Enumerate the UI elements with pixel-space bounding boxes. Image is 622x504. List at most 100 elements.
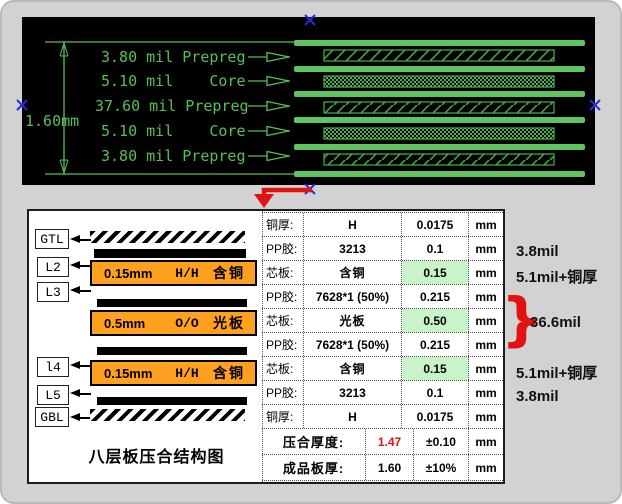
- leader-arrow-l2-icon: [70, 261, 91, 270]
- core-block-2: 0.5mm O/O 光板: [90, 310, 257, 336]
- core-hatch-1: [324, 76, 554, 87]
- core-type: 含铜: [210, 263, 255, 283]
- annotation-middle-total: 36.6mil: [530, 314, 581, 331]
- row-material: H: [304, 213, 402, 236]
- row-label: 芯板:: [262, 309, 304, 332]
- layer-label-l4: l4: [37, 357, 69, 377]
- layer-label-l3: L3: [37, 282, 69, 302]
- blue-cross-marker-right: [589, 98, 601, 110]
- table-row: PP胶: 7628*1 (50%) 0.215 mm: [262, 285, 503, 309]
- table-row: 芯板: 含铜 0.15 mm: [262, 357, 503, 381]
- summary-label: 成品板厚:: [262, 455, 366, 480]
- row-unit: mm: [469, 309, 503, 332]
- layer-label-text: GBL: [40, 410, 63, 425]
- row-value: 0.215: [402, 285, 469, 308]
- layer-label-gtl: GTL: [35, 229, 69, 249]
- diagram-caption: 八层板压合结构图: [49, 443, 264, 467]
- layer-label-text: L2: [45, 260, 61, 275]
- leader-arrow-l5-icon: [70, 389, 91, 398]
- row-value: 0.0175: [402, 213, 469, 236]
- table-row: 芯板: 光板 0.50 mm: [262, 309, 503, 333]
- summary-value: 1.47: [366, 429, 414, 454]
- board-thickness-label: 1.60mm: [25, 112, 79, 130]
- row-material: 3213: [304, 381, 402, 404]
- summary-tolerance: ±0.10: [414, 429, 469, 454]
- layer-label-text: GTL: [40, 232, 63, 247]
- core-size: 0.15mm: [92, 366, 164, 381]
- leader-arrow-l3-icon: [70, 286, 91, 295]
- row-value: 0.0175: [402, 405, 469, 428]
- row-value: 0.1: [402, 381, 469, 404]
- foil-bar-4: [97, 397, 247, 405]
- top-copper-hatch-bar: [90, 231, 245, 243]
- summary-tolerance: ±10%: [414, 455, 469, 480]
- row-material: 含铜: [304, 357, 402, 380]
- table-row: PP胶: 3213 0.1 mm: [262, 381, 503, 405]
- layer-label-text: L3: [45, 285, 61, 300]
- stackup-table: 铜厚: H 0.0175 mm PP胶: 3213 0.1 mm 芯板: 含铜 …: [262, 212, 503, 481]
- row-value-highlighted: 0.15: [402, 261, 469, 284]
- layer-text-prepreg-1: 3.80 mil Prepreg: [101, 48, 246, 66]
- row-label: PP胶:: [262, 381, 304, 404]
- foil-bar-3: [97, 347, 247, 355]
- layer-label-l5: L5: [37, 385, 69, 405]
- bottom-copper-hatch-bar: [90, 409, 245, 421]
- foil-bar-2: [97, 299, 247, 307]
- core-copper: O/O: [164, 316, 210, 331]
- annotation-core-bottom: 5.1mil+铜厚: [516, 362, 597, 383]
- cad-stackup-panel: 1.60mm 3.80 mil Prepreg 5.10 mil Core 37…: [22, 17, 595, 185]
- core-type: 光板: [210, 313, 255, 333]
- summary-value: 1.60: [366, 455, 414, 480]
- row-label: PP胶:: [262, 333, 304, 356]
- row-material: 7628*1 (50%): [304, 333, 402, 356]
- summary-row-pressed-thickness: 压合厚度: 1.47 ±0.10 mm: [262, 429, 503, 455]
- leader-arrow-gtl-icon: [70, 235, 91, 244]
- row-unit: mm: [469, 405, 503, 428]
- summary-label: 压合厚度:: [262, 429, 366, 454]
- core-block-1: 0.15mm H/H 含铜: [90, 260, 257, 286]
- blue-cross-marker-left: [16, 98, 28, 110]
- annotation-core-top: 5.1mil+铜厚: [516, 266, 597, 287]
- layer-label-text: L5: [45, 388, 61, 403]
- row-label: PP胶:: [262, 237, 304, 260]
- layer-text-prepreg-3: 3.80 mil Prepreg: [101, 147, 246, 165]
- row-unit: mm: [469, 381, 503, 404]
- row-value-highlighted: 0.15: [402, 357, 469, 380]
- annotation-prepreg-top: 3.8mil: [516, 243, 559, 260]
- row-material: 含铜: [304, 261, 402, 284]
- layer-text-core-1: 5.10 mil Core: [101, 72, 246, 90]
- prepreg-hatch-2: [324, 102, 554, 113]
- core-hatch-2: [324, 128, 554, 139]
- prepreg-hatch-1: [324, 50, 554, 61]
- row-material: 7628*1 (50%): [304, 285, 402, 308]
- row-unit: mm: [469, 237, 503, 260]
- row-unit: mm: [469, 333, 503, 356]
- core-block-3: 0.15mm H/H 含铜: [90, 360, 257, 386]
- summary-unit: mm: [469, 455, 503, 480]
- core-copper: H/H: [164, 366, 210, 381]
- core-type: 含铜: [210, 363, 255, 383]
- layer-text-prepreg-2: 37.60 mil Prepreg: [95, 97, 249, 115]
- row-unit: mm: [469, 261, 503, 284]
- table-row: PP胶: 7628*1 (50%) 0.215 mm: [262, 333, 503, 357]
- core-copper: H/H: [164, 266, 210, 281]
- row-material: H: [304, 405, 402, 428]
- summary-row-finished-thickness: 成品板厚: 1.60 ±10% mm: [262, 455, 503, 481]
- prepreg-hatch-3: [324, 154, 554, 165]
- row-label: 芯板:: [262, 357, 304, 380]
- table-row: 铜厚: H 0.0175 mm: [262, 213, 503, 237]
- row-unit: mm: [469, 213, 503, 236]
- blue-cross-marker-top: [304, 13, 316, 25]
- lamination-structure-panel: GTL L2 0.15mm H/H 含铜 L3 0.5mm O/O 光板 l4 …: [27, 209, 505, 484]
- row-value: 0.215: [402, 333, 469, 356]
- leader-arrow-icons: [248, 53, 290, 161]
- summary-unit: mm: [469, 429, 503, 454]
- core-size: 0.5mm: [92, 316, 164, 331]
- row-label: 铜厚:: [262, 405, 304, 428]
- row-material: 光板: [304, 309, 402, 332]
- table-row: PP胶: 3213 0.1 mm: [262, 237, 503, 261]
- leader-arrow-l4-icon: [70, 361, 91, 370]
- row-label: 芯板:: [262, 261, 304, 284]
- table-row: 芯板: 含铜 0.15 mm: [262, 261, 503, 285]
- layer-text-core-2: 5.10 mil Core: [101, 122, 246, 140]
